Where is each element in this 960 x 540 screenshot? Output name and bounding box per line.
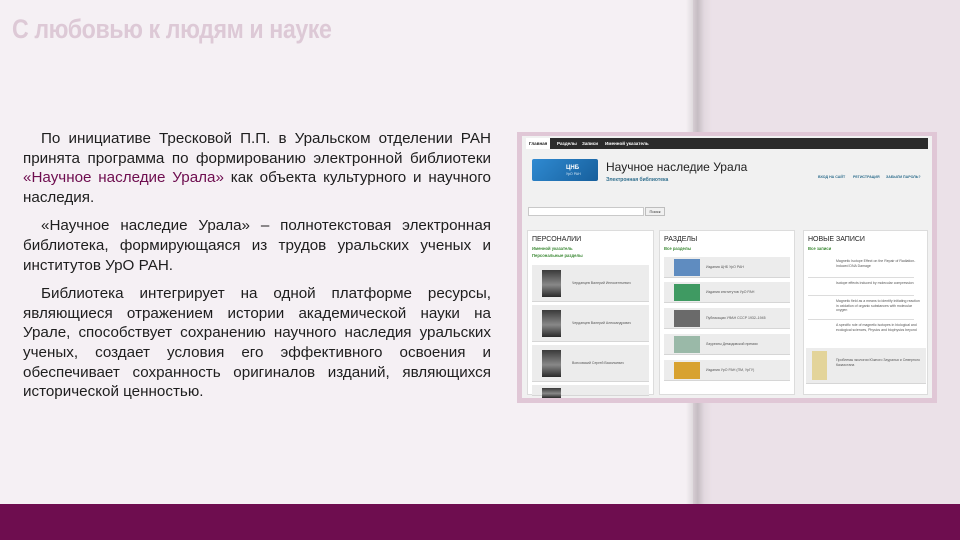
person-card[interactable]: Черданцев Валерий Иннокентьевич (532, 265, 649, 302)
book-cover-image (812, 351, 827, 380)
slide-body: По инициативе Тресковой П.П. в Уральском… (23, 129, 491, 411)
paragraph-3: Библиотека интегрирует на одной платформ… (23, 285, 491, 401)
personalii-column: ПЕРСОНАЛИИ Именной указатель Персональны… (527, 230, 654, 398)
person-photo (542, 350, 561, 377)
website-screenshot-frame: Главная Разделы Записи Именной указатель… (517, 132, 937, 403)
section-label: Издания УрО РАН (ПМ, УрГУ) (706, 368, 755, 372)
person-photo (542, 388, 561, 398)
razdely-title: РАЗДЕЛЫ (664, 236, 698, 243)
site-nav-bar: Главная Разделы Записи Именной указатель (526, 138, 928, 149)
slide-title: С любовью к людям и науке (12, 14, 332, 44)
record-item[interactable]: Magnetic Isotope Effect on the Repair of… (836, 259, 922, 268)
record-item[interactable]: A specific role of magnetic isotopes in … (836, 323, 922, 332)
nav-tab-records[interactable]: Записи (579, 138, 601, 149)
nav-tab-name-index[interactable]: Именной указатель (602, 138, 652, 149)
section-card[interactable]: Издания УрО РАН (ПМ, УрГУ) (664, 360, 790, 381)
section-card[interactable]: Издания ЦНБ УрО РАН (664, 257, 790, 278)
record-divider (808, 277, 914, 278)
logo-text: ЦНБ (566, 165, 580, 171)
record-item: Проблемы экологии Южного Зауралья и Севе… (836, 358, 920, 367)
paragraph-1-start: По инициативе Тресковой П.П. в Уральском… (23, 130, 491, 167)
record-item[interactable]: Isotope effects induced by molecular com… (836, 281, 922, 286)
person-card[interactable]: Черданцев Валерий Александрович (532, 305, 649, 342)
record-divider (808, 295, 914, 296)
all-sections-link[interactable]: Все разделы (664, 246, 691, 251)
section-card[interactable]: Публикации УФАН СССР 1932–1945 (664, 308, 790, 329)
personal-sections-link[interactable]: Персональные разделы (532, 253, 583, 258)
razdely-column: РАЗДЕЛЫ Все разделы Издания ЦНБ УрО РАН … (659, 230, 795, 395)
section-label: Лауреаты Демидовской премии (706, 342, 758, 346)
person-card[interactable] (532, 385, 649, 398)
section-thumbnail (674, 336, 700, 353)
new-records-column: НОВЫЕ ЗАПИСИ Все записи Magnetic Isotope… (803, 230, 928, 395)
section-thumbnail (674, 310, 700, 327)
person-name: Черданцев Валерий Иннокентьевич (572, 281, 631, 285)
record-item[interactable]: Magnetic field as a means to identify in… (836, 299, 922, 313)
site-title: Научное наследие Урала (606, 160, 748, 174)
section-thumbnail (674, 362, 700, 379)
person-photo (542, 310, 561, 337)
library-name-highlight: «Научное наследие Урала» (23, 169, 224, 187)
section-card[interactable]: Лауреаты Демидовской премии (664, 334, 790, 355)
nav-tab-sections[interactable]: Разделы (554, 138, 580, 149)
forgot-password-link[interactable]: ЗАБЫЛИ ПАРОЛЬ? (886, 175, 921, 179)
section-label: Издания институтов УрО РАН (706, 290, 755, 294)
personalii-title: ПЕРСОНАЛИИ (532, 236, 582, 243)
person-name: Вонсовский Сергей Васильевич (572, 361, 624, 365)
new-records-title: НОВЫЕ ЗАПИСИ (808, 236, 865, 243)
all-records-link[interactable]: Все записи (808, 246, 831, 251)
person-name: Черданцев Валерий Александрович (572, 321, 632, 325)
record-divider (808, 319, 914, 320)
section-thumbnail (674, 284, 700, 301)
section-label: Публикации УФАН СССР 1932–1945 (706, 316, 766, 320)
logo-subtext: УрО РАН (566, 172, 581, 176)
section-thumbnail (674, 259, 700, 276)
login-link[interactable]: ВХОД НА САЙТ (818, 175, 845, 179)
website-screenshot: Главная Разделы Записи Именной указатель… (522, 136, 932, 398)
site-subtitle: Электронная библиотека (606, 177, 669, 183)
site-search-input[interactable] (528, 207, 644, 216)
section-label: Издания ЦНБ УрО РАН (706, 265, 744, 269)
paragraph-1: По инициативе Тресковой П.П. в Уральском… (23, 129, 491, 207)
register-link[interactable]: РЕГИСТРАЦИЯ (853, 175, 880, 179)
paragraph-2: «Научное наследие Урала» – полнотекстова… (23, 217, 491, 274)
site-search-button[interactable]: Поиск (645, 207, 665, 216)
person-photo (542, 270, 561, 297)
record-card[interactable]: Проблемы экологии Южного Зауралья и Севе… (806, 348, 926, 384)
footer-band (0, 504, 960, 540)
name-index-link[interactable]: Именной указатель (532, 246, 573, 251)
person-card[interactable]: Вонсовский Сергей Васильевич (532, 345, 649, 382)
site-logo[interactable]: ЦНБ УрО РАН (532, 159, 598, 181)
nav-tab-home[interactable]: Главная (526, 138, 551, 149)
section-card[interactable]: Издания институтов УрО РАН (664, 282, 790, 303)
